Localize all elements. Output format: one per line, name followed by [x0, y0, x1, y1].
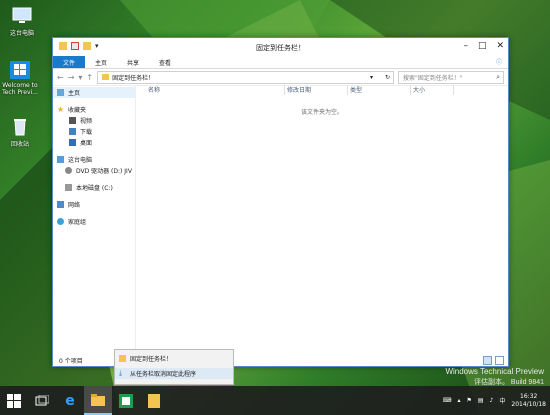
show-hidden-icons[interactable]: ▴ [457, 397, 460, 404]
tab-file[interactable]: 文件 [53, 56, 86, 68]
window-title: 固定到任务栏！ [256, 44, 305, 52]
file-explorer-icon [91, 393, 105, 406]
nav-item-downloads[interactable]: 下载 [53, 126, 135, 137]
column-header-size[interactable]: 大小 [411, 85, 454, 95]
home-icon [57, 89, 64, 96]
windows-logo-icon [7, 393, 21, 408]
clock-date: 2014/10/18 [511, 400, 546, 408]
nav-item-this-pc[interactable]: 这台电脑 [53, 154, 135, 165]
nav-item-network[interactable]: 网络 [53, 199, 135, 210]
desktop-icon-label: 这台电脑 [9, 30, 34, 37]
refresh-icon[interactable]: ↻ [385, 74, 390, 81]
view-toggle [483, 355, 504, 365]
taskbar: e ⌨ ▴ ⚑ ▤ ♪ 中 16:32 2014/10/18 [0, 386, 550, 415]
desktop-icon-label: 回收站 [10, 141, 29, 148]
nav-item-home[interactable]: 主页 [53, 87, 135, 98]
column-header-date[interactable]: 修改日期 [285, 85, 348, 95]
system-tray: ⌨ ▴ ⚑ ▤ ♪ 中 16:32 2014/10/18 [443, 393, 550, 409]
file-list: 名称 修改日期 类型 大小 该文件夹为空。 [136, 85, 508, 354]
taskbar-jump-list: 固定到任务栏！ ⤓ 从任务栏取消固定此程序 [114, 349, 234, 385]
monitor-icon [11, 6, 33, 26]
forward-icon[interactable]: → [68, 73, 75, 82]
recycle-bin-icon [9, 117, 31, 137]
nav-item-dvd-drive[interactable]: DVD 驱动器 (D:) JIV [53, 165, 135, 176]
input-method-icon[interactable]: 中 [499, 396, 505, 405]
homegroup-icon [57, 218, 64, 225]
details-view-icon[interactable] [483, 355, 492, 365]
nav-item-videos[interactable]: 视频 [53, 115, 135, 126]
desktop-icon-label: Welcome to Tech Previ... [2, 82, 38, 96]
address-row: ← → ▾ ↑ 固定到任务栏！ ▾ ↻ 搜索"固定到任务栏！" ⌕ [53, 69, 508, 86]
nav-item-local-disk[interactable]: 本地磁盘 (C:) [53, 182, 135, 193]
tab-home[interactable]: 主页 [85, 56, 117, 68]
empty-folder-message: 该文件夹为空。 [300, 109, 343, 116]
network-icon[interactable]: ▤ [478, 397, 484, 404]
search-icon: ⌕ [496, 72, 500, 81]
nav-item-favorites[interactable]: ★ 收藏夹 [53, 104, 135, 115]
window-controls: – □ ✕ [463, 41, 504, 51]
nav-item-desktop[interactable]: 桌面 [53, 137, 135, 148]
taskbar-store[interactable] [112, 386, 140, 415]
desktop-icon [69, 139, 76, 146]
folder-icon [148, 393, 160, 408]
taskbar-ie[interactable]: e [56, 386, 84, 415]
folder-icon [102, 74, 110, 80]
up-icon[interactable]: ↑ [86, 73, 93, 82]
desktop-icon-this-pc[interactable]: 这台电脑 [2, 6, 42, 37]
computer-icon [57, 156, 64, 163]
taskbar-folder[interactable] [140, 386, 168, 415]
internet-explorer-icon: e [65, 392, 75, 409]
ribbon-tabs: 文件 主页 共享 查看 ⓘ [53, 56, 508, 69]
os-watermark: Windows Technical Preview 评估副本。 Build 98… [445, 367, 544, 387]
column-headers: 名称 修改日期 类型 大小 [136, 85, 508, 95]
navigation-pane: 主页 ★ 收藏夹 视频 下载 桌面 这台电脑 DVD 驱动器 (D:) JIV 本… [53, 85, 136, 354]
task-view-button[interactable] [28, 386, 56, 415]
keyboard-icon[interactable]: ⌨ [443, 397, 452, 404]
column-header-type[interactable]: 类型 [348, 85, 411, 95]
search-input[interactable]: 搜索"固定到任务栏！" ⌕ [398, 70, 504, 84]
download-icon [69, 128, 76, 135]
large-icons-view-icon[interactable] [495, 355, 504, 365]
video-icon [69, 117, 76, 124]
explorer-window: ▾ 固定到任务栏！ – □ ✕ 文件 主页 共享 查看 ⓘ ← → ▾ ↑ 固定… [52, 37, 509, 367]
jump-list-item-folder[interactable]: 固定到任务栏！ [115, 353, 233, 364]
minimize-icon[interactable]: – [463, 41, 468, 51]
windows-logo-icon [9, 60, 31, 80]
nav-item-homegroup[interactable]: 家庭组 [53, 216, 135, 227]
search-placeholder: 搜索"固定到任务栏！" [403, 74, 463, 82]
taskbar-file-explorer[interactable] [84, 386, 112, 415]
help-icon[interactable]: ⓘ [490, 56, 508, 68]
watermark-line1: Windows Technical Preview [445, 367, 544, 376]
star-icon: ★ [57, 105, 65, 114]
jump-list-item-unpin[interactable]: ⤓ 从任务栏取消固定此程序 [115, 368, 233, 379]
address-dropdown-icon[interactable]: ▾ [370, 74, 373, 81]
action-center-icon[interactable]: ⚑ [466, 397, 471, 404]
item-count: 0 个项目 [59, 357, 83, 365]
breadcrumb: 固定到任务栏！ [112, 74, 155, 82]
unpin-icon: ⤓ [119, 369, 123, 377]
address-bar[interactable]: 固定到任务栏！ ▾ ↻ [97, 70, 394, 84]
close-icon[interactable]: ✕ [496, 41, 504, 51]
disc-icon [65, 167, 72, 174]
folder-icon [119, 355, 126, 362]
clock-time: 16:32 [520, 392, 538, 400]
task-view-icon [35, 394, 49, 405]
tab-view[interactable]: 查看 [149, 56, 181, 68]
volume-icon[interactable]: ♪ [490, 397, 494, 404]
desktop-icon-welcome[interactable]: Welcome to Tech Previ... [0, 60, 40, 96]
drive-icon [65, 184, 72, 191]
start-button[interactable] [0, 386, 28, 415]
network-icon [57, 201, 64, 208]
clock[interactable]: 16:32 2014/10/18 [511, 393, 546, 409]
desktop-icon-recycle-bin[interactable]: 回收站 [0, 117, 40, 148]
title-bar: ▾ 固定到任务栏！ – □ ✕ [53, 38, 508, 56]
maximize-icon[interactable]: □ [478, 41, 487, 51]
column-header-name[interactable]: 名称 [146, 85, 285, 95]
store-icon [119, 393, 133, 408]
window-body: 主页 ★ 收藏夹 视频 下载 桌面 这台电脑 DVD 驱动器 (D:) JIV 本… [53, 85, 508, 354]
tab-share[interactable]: 共享 [117, 56, 149, 68]
recent-locations-icon[interactable]: ▾ [78, 73, 82, 82]
back-icon[interactable]: ← [57, 73, 64, 82]
